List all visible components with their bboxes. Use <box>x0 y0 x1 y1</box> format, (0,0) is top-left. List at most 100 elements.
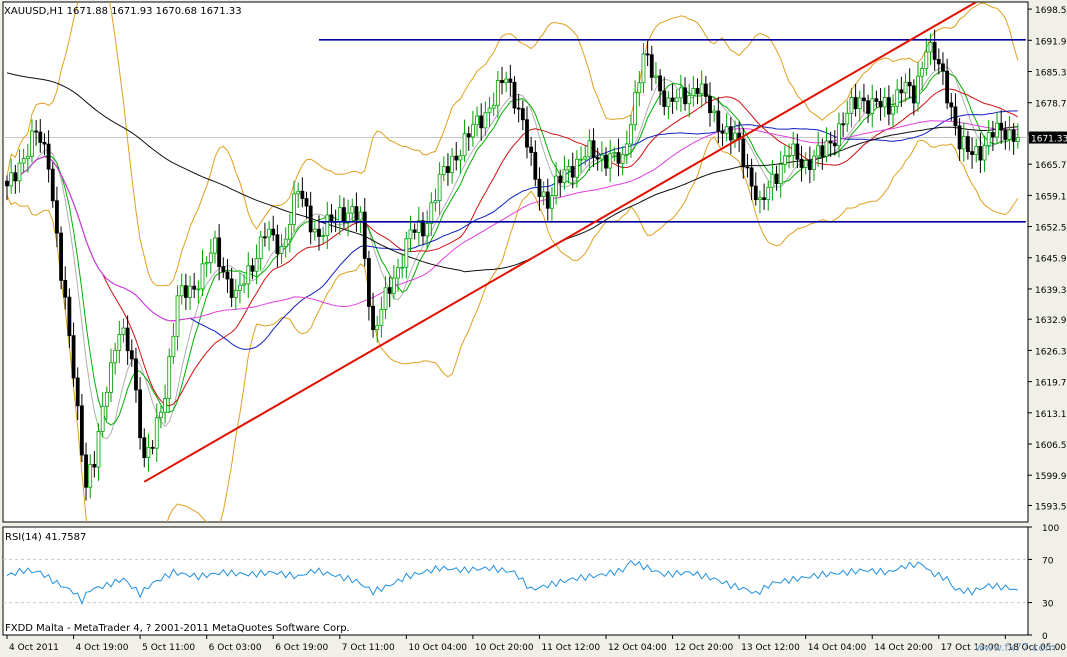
current-price-label: 1671.33 <box>1031 135 1067 145</box>
candle-body <box>874 98 879 102</box>
candle-body <box>599 154 604 160</box>
candle-body <box>258 236 263 259</box>
price-tick-label: 1639.30 <box>1035 286 1067 296</box>
candle-body <box>878 101 883 108</box>
candle-body <box>604 154 608 169</box>
candle-body <box>554 175 558 197</box>
time-tick-label: 6 Oct 19:00 <box>275 643 328 653</box>
candle-body <box>999 122 1004 131</box>
candle-body <box>841 123 846 126</box>
candle-body <box>766 186 771 200</box>
price-tick-label: 1685.30 <box>1035 68 1067 78</box>
candle-body <box>225 271 230 280</box>
candle-body <box>487 107 492 114</box>
candle-body <box>429 202 434 224</box>
candle-body <box>75 377 80 407</box>
candle-body <box>337 207 342 222</box>
rsi-plot-area <box>2 526 1029 636</box>
price-tick-label: 1599.90 <box>1035 472 1067 482</box>
candle-body <box>454 155 459 161</box>
candle-body <box>242 283 247 286</box>
candle-body <box>866 100 870 114</box>
candle-body <box>645 53 650 56</box>
candle-body <box>695 88 700 95</box>
candle-body <box>129 350 134 360</box>
candle-body <box>907 81 912 87</box>
candle-body <box>928 42 933 53</box>
candle-body <box>263 236 267 239</box>
candle-body <box>974 146 979 155</box>
candle-body <box>229 278 234 298</box>
candle-body <box>200 263 205 290</box>
candle-body <box>154 417 159 449</box>
candle-body <box>545 191 550 209</box>
candle-body <box>886 97 891 115</box>
price-tick-label: 1698.50 <box>1035 6 1067 16</box>
candle-body <box>150 446 155 449</box>
candle-body <box>583 156 588 160</box>
candle-body <box>820 145 825 157</box>
candle-body <box>749 167 754 187</box>
candle-body <box>662 90 667 107</box>
candle-body <box>421 220 425 237</box>
candle-body <box>179 285 184 297</box>
candle-body <box>55 200 59 234</box>
candle-body <box>629 124 633 145</box>
candle-body <box>475 115 479 126</box>
candle-body <box>649 54 654 78</box>
candle-body <box>670 97 675 102</box>
candle-body <box>412 229 417 233</box>
candle-body <box>450 155 455 173</box>
candle-body <box>845 112 850 125</box>
candle-body <box>196 288 201 291</box>
candle-body <box>966 136 970 152</box>
candle-body <box>175 295 180 337</box>
candle-body <box>217 237 222 267</box>
candle-body <box>437 173 442 201</box>
candle-body <box>716 110 721 132</box>
candle-body <box>658 75 662 92</box>
candle-body <box>1003 129 1008 140</box>
candle-body <box>778 164 783 185</box>
candle-body <box>916 75 920 104</box>
candle-body <box>362 211 367 259</box>
candle-body <box>325 214 330 237</box>
candle-body <box>920 68 925 77</box>
candle-body <box>508 78 513 83</box>
candle-body <box>125 327 130 352</box>
candle-body <box>633 92 638 126</box>
candle-body <box>342 207 346 223</box>
candle-body <box>84 454 88 488</box>
candle-body <box>616 152 621 164</box>
candle-body <box>458 155 463 161</box>
candle-body <box>853 97 858 110</box>
candle-body <box>1007 129 1012 140</box>
candle-body <box>753 185 758 200</box>
candle-body <box>446 166 450 173</box>
time-tick-label: 10 Oct 04:00 <box>408 643 467 653</box>
candle-body <box>408 229 413 240</box>
candle-body <box>687 95 692 105</box>
candle-body <box>404 238 409 268</box>
candle-body <box>953 106 958 127</box>
candle-body <box>903 81 908 94</box>
candle-body <box>512 81 517 109</box>
candle-body <box>304 198 309 207</box>
price-tick-label: 1593.50 <box>1035 502 1067 512</box>
candle-body <box>612 152 617 155</box>
candle-body <box>21 158 26 164</box>
chart-canvas: 1698.501691.901685.301678.701672.101665.… <box>0 0 1067 654</box>
candle-body <box>803 160 808 168</box>
candle-body <box>566 166 571 171</box>
candle-body <box>121 327 126 335</box>
candle-body <box>924 51 929 69</box>
candle-body <box>525 119 529 148</box>
candle-body <box>109 362 113 393</box>
candle-body <box>970 151 974 155</box>
price-tick-label: 1613.10 <box>1035 410 1067 420</box>
candle-body <box>466 133 471 138</box>
candle-body <box>537 178 542 197</box>
candle-body <box>712 110 717 114</box>
candle-body <box>683 87 687 105</box>
candle-body <box>204 262 209 265</box>
